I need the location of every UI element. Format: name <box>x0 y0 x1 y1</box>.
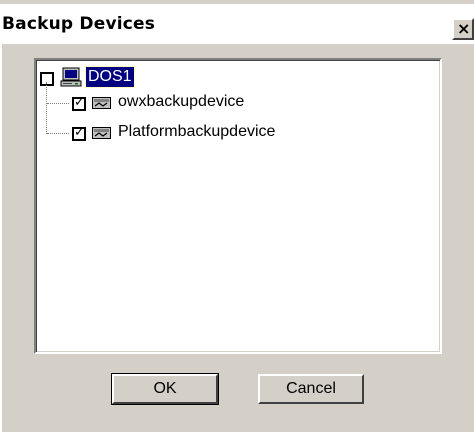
title-bar[interactable]: Backup Devices × <box>0 4 474 44</box>
computer-icon <box>60 67 82 87</box>
cancel-button[interactable]: Cancel <box>258 374 364 404</box>
close-button[interactable]: × <box>452 18 474 40</box>
check-icon: ✓ <box>74 95 85 110</box>
tree-node-child-1[interactable]: ✓ owxbackupdevice <box>36 92 336 114</box>
root-checkbox[interactable] <box>40 72 54 86</box>
child-1-checkbox[interactable]: ✓ <box>72 95 86 111</box>
device-tree-view[interactable]: DOS1 ✓ owxbackupdevice ✓ Platformbackupd… <box>34 58 442 354</box>
tape-device-icon <box>92 127 111 139</box>
check-icon: ✓ <box>74 125 85 140</box>
tree-label-root[interactable]: DOS1 <box>85 66 135 88</box>
child-2-checkbox[interactable]: ✓ <box>72 125 86 141</box>
window-border <box>0 44 2 432</box>
tree-node-root[interactable]: DOS1 <box>36 66 336 88</box>
tree-label-child-2[interactable]: Platformbackupdevice <box>118 122 275 142</box>
window-title: Backup Devices <box>2 14 156 34</box>
ok-button[interactable]: OK <box>111 373 219 405</box>
backup-devices-dialog: Backup Devices × DOS1 ✓ owxbackupdevice … <box>0 0 474 432</box>
tree-node-child-2[interactable]: ✓ Platformbackupdevice <box>36 122 356 144</box>
tree-label-child-1[interactable]: owxbackupdevice <box>118 92 244 112</box>
close-icon: × <box>457 19 471 38</box>
tape-device-icon <box>92 97 111 109</box>
